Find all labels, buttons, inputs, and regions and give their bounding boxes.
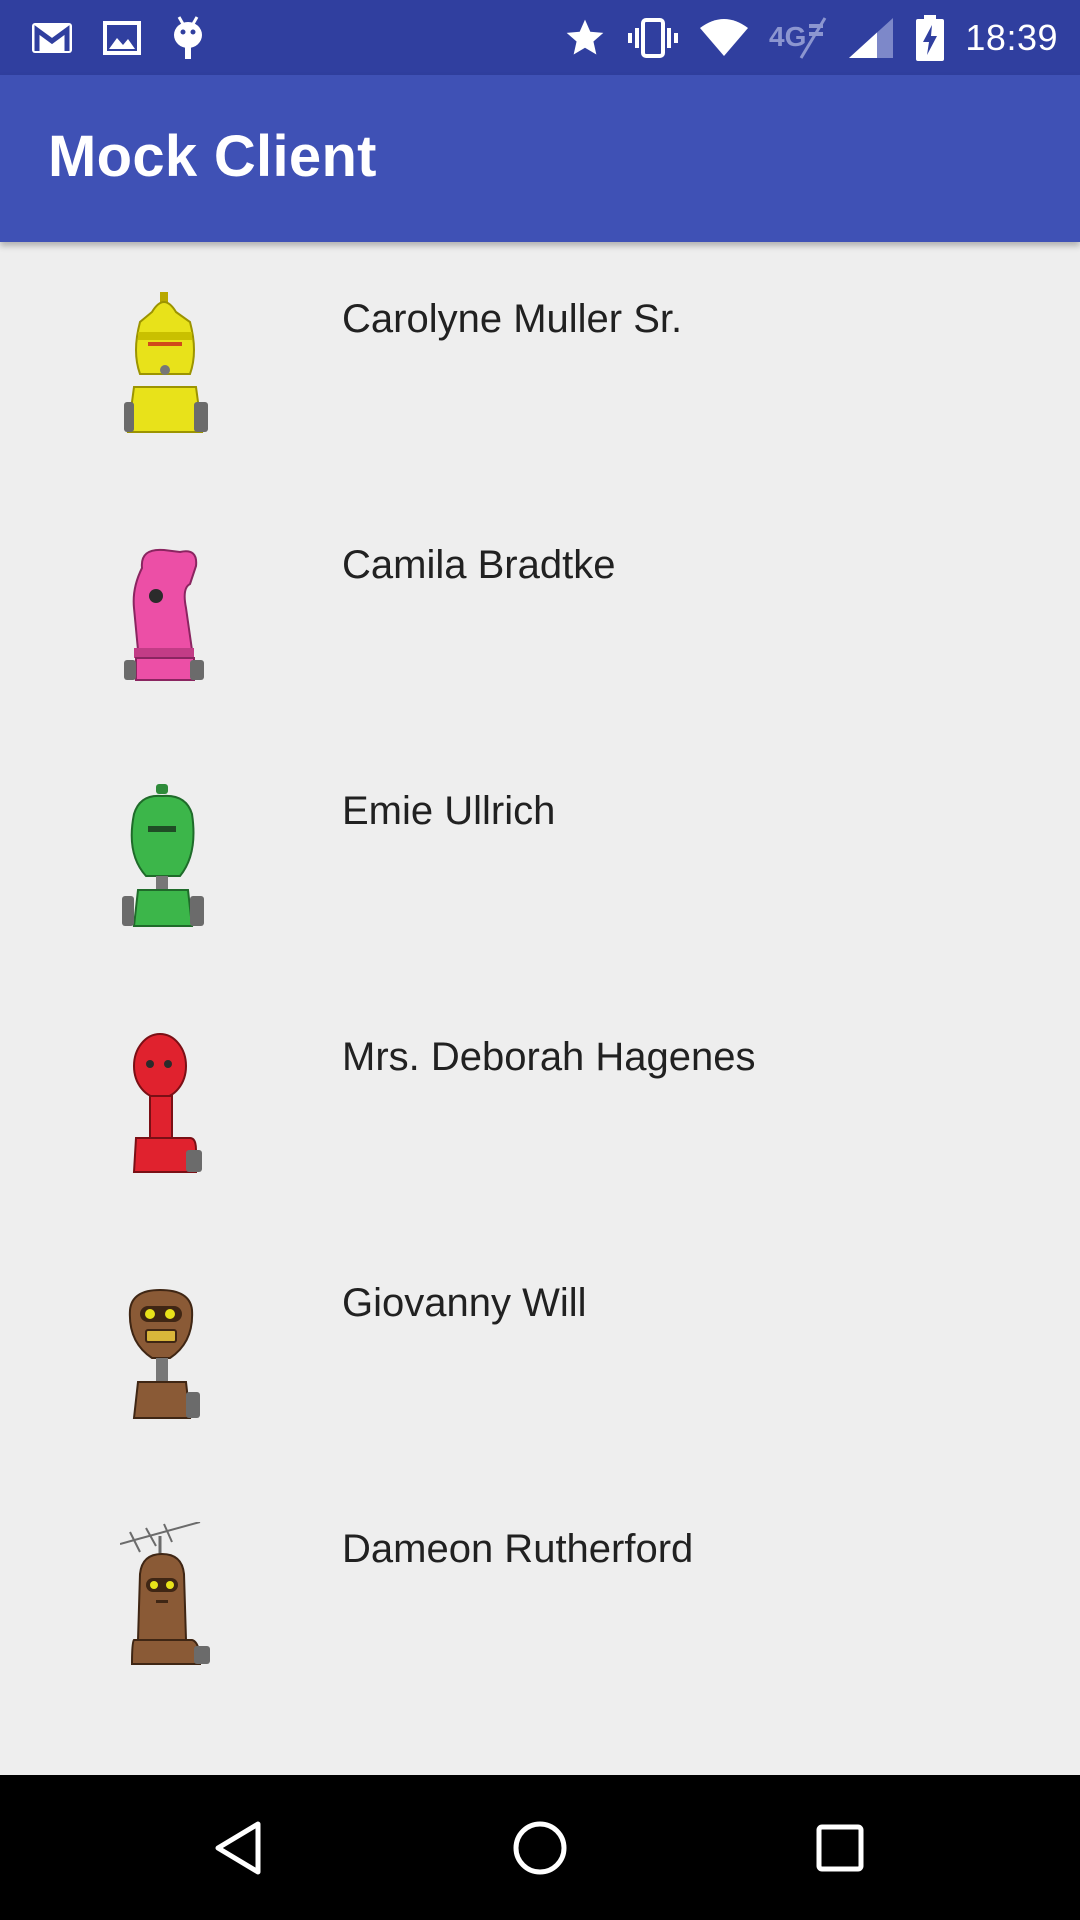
android-debug-icon xyxy=(170,15,206,61)
4g-lte-icon: 4G xyxy=(769,16,827,60)
gmail-icon xyxy=(30,20,74,56)
status-bar: 4G 18:39 xyxy=(0,0,1080,75)
contact-name: Giovanny Will xyxy=(342,1281,587,1325)
back-icon xyxy=(215,1821,261,1874)
contact-list[interactable]: Carolyne Muller Sr. Camila Bradtke Emie … xyxy=(0,242,1080,1775)
robot-avatar-yellow-icon xyxy=(124,292,208,433)
app-bar: Mock Client xyxy=(0,75,1080,242)
list-item[interactable]: Camila Bradtke xyxy=(0,488,1080,734)
robot-avatar-antenna-icon xyxy=(120,1522,210,1665)
list-item[interactable]: Carolyne Muller Sr. xyxy=(0,242,1080,488)
robot-avatar-red-icon xyxy=(132,1033,202,1173)
gallery-icon xyxy=(102,20,142,56)
home-button[interactable] xyxy=(470,1775,610,1920)
contact-name: Camila Bradtke xyxy=(342,543,616,587)
back-button[interactable] xyxy=(170,1775,310,1920)
vibrate-icon xyxy=(627,16,679,60)
app-title: Mock Client xyxy=(48,124,377,189)
contact-name: Mrs. Deborah Hagenes xyxy=(342,1035,756,1079)
wifi-icon xyxy=(699,18,749,58)
signal-icon xyxy=(847,16,895,60)
battery-charging-icon xyxy=(915,14,945,62)
contact-name: Emie Ullrich xyxy=(342,789,556,833)
contact-name: Dameon Rutherford xyxy=(342,1527,694,1571)
status-time: 18:39 xyxy=(965,16,1058,58)
screen: 4G 18:39 Mock Client Carolyne Muller Sr.… xyxy=(0,0,1080,1920)
list-item[interactable]: Emie Ullrich xyxy=(0,734,1080,980)
robot-avatar-pink-icon xyxy=(124,548,204,681)
svg-text:4G: 4G xyxy=(769,21,806,52)
contact-name: Carolyne Muller Sr. xyxy=(342,297,683,341)
home-icon xyxy=(513,1821,567,1874)
navigation-bar xyxy=(0,1775,1080,1920)
robot-avatar-green-icon xyxy=(122,784,204,927)
robot-avatar-brown-icon xyxy=(128,1288,200,1419)
recents-button[interactable] xyxy=(770,1775,910,1920)
list-item[interactable]: Giovanny Will xyxy=(0,1226,1080,1472)
list-item[interactable]: Dameon Rutherford xyxy=(0,1472,1080,1718)
recents-icon xyxy=(816,1824,864,1871)
list-item[interactable]: Mrs. Deborah Hagenes xyxy=(0,980,1080,1226)
star-icon xyxy=(563,16,607,60)
